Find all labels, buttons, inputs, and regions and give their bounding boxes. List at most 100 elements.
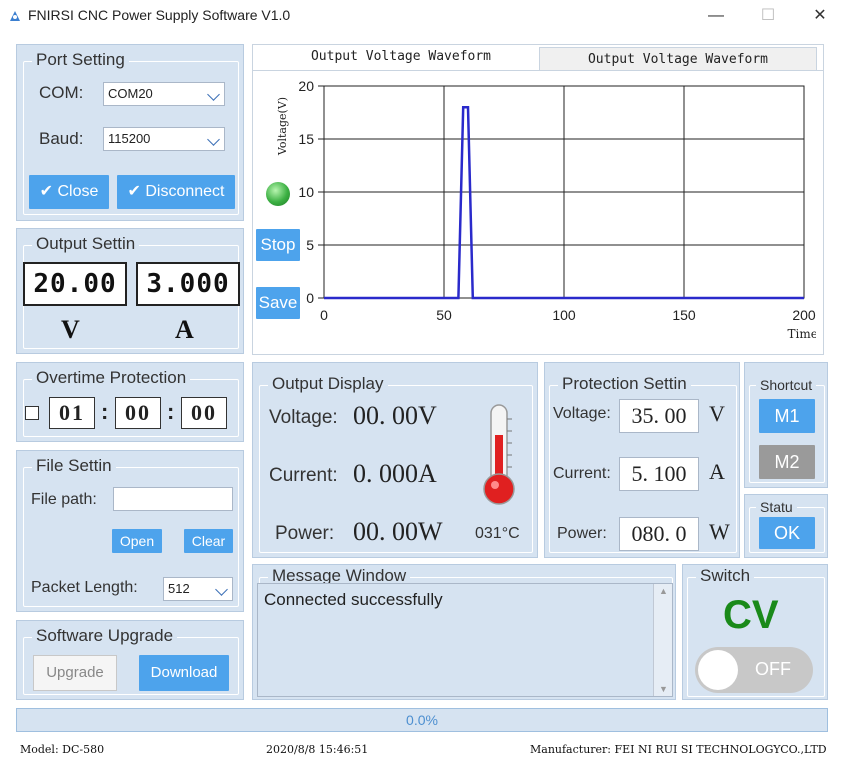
tab-waveform-1[interactable]: Output Voltage Waveform xyxy=(263,45,539,71)
file-path-input[interactable] xyxy=(113,487,233,511)
message-scrollbar[interactable]: ▲ ▼ xyxy=(653,584,672,696)
voltage-waveform-chart: 0 50 100 150 200 0 5 10 15 20 Voltage(V) Times xyxy=(276,78,816,341)
progress-text: 0.0% xyxy=(406,712,438,728)
power-display-label: Power: xyxy=(275,523,335,544)
check-icon: ✔ xyxy=(127,183,141,200)
disconnect-button[interactable]: ✔ Disconnect xyxy=(117,175,235,209)
file-setting-panel: File Settin File path: Open Clear Packet… xyxy=(16,450,244,612)
baud-value: 115200 xyxy=(108,131,151,146)
baud-select[interactable]: 115200 xyxy=(103,127,225,151)
cv-mode-indicator: CV xyxy=(723,593,779,637)
protection-voltage-label: Voltage: xyxy=(553,405,611,422)
protection-current-unit: A xyxy=(709,459,725,484)
protection-power-input[interactable]: 080. 0 xyxy=(619,517,699,551)
window-title: FNIRSI CNC Power Supply Software V1.0 xyxy=(28,7,291,23)
shortcut-legend: Shortcut xyxy=(756,377,817,393)
disconnect-label: Disconnect xyxy=(145,183,225,200)
x-axis-label: Times xyxy=(788,327,816,341)
x-tick-label: 100 xyxy=(552,307,576,323)
datetime-info: 2020/8/8 15:46:51 xyxy=(266,743,369,756)
current-unit: A xyxy=(175,315,194,344)
voltage-display-value: 00. 00V xyxy=(353,401,437,430)
current-display-label: Current: xyxy=(269,465,338,486)
file-path-label: File path: xyxy=(31,491,97,508)
maximize-button[interactable]: ☐ xyxy=(748,2,788,30)
protection-panel: Protection Settin Voltage: 35. 00 V Curr… xyxy=(544,362,740,558)
toggle-knob[interactable] xyxy=(698,650,738,690)
message-textarea[interactable]: Connected successfully ▲ ▼ xyxy=(257,583,673,697)
chevron-down-icon xyxy=(207,133,220,146)
minimize-button[interactable]: — xyxy=(696,2,736,30)
app-icon xyxy=(10,11,20,21)
voltage-unit: V xyxy=(61,315,80,344)
y-tick-label: 5 xyxy=(306,237,314,253)
close-port-button[interactable]: ✔ Close xyxy=(29,175,109,209)
toggle-state-label: OFF xyxy=(755,659,791,679)
software-upgrade-panel: Software Upgrade Upgrade Download xyxy=(16,620,244,700)
com-select[interactable]: COM20 xyxy=(103,82,225,106)
chevron-down-icon xyxy=(207,88,220,101)
protection-voltage-input[interactable]: 35. 00 xyxy=(619,399,699,433)
upgrade-button[interactable]: Upgrade xyxy=(33,655,117,691)
thermometer-icon xyxy=(483,404,515,505)
overtime-legend: Overtime Protection xyxy=(32,368,191,388)
title-bar: FNIRSI CNC Power Supply Software V1.0 — … xyxy=(0,0,848,32)
time-separator: : xyxy=(101,399,109,424)
m2-button[interactable]: M2 xyxy=(759,445,815,479)
output-setting-panel: Output Settin 20.00 3.000 V A xyxy=(16,228,244,354)
open-button[interactable]: Open xyxy=(112,529,162,553)
chevron-down-icon xyxy=(215,583,228,596)
x-tick-label: 150 xyxy=(672,307,696,323)
download-button[interactable]: Download xyxy=(139,655,229,691)
y-tick-label: 15 xyxy=(298,131,314,147)
protection-current-label: Current: xyxy=(553,465,611,482)
switch-panel: Switch CV OFF xyxy=(682,564,828,700)
output-toggle-switch[interactable]: OFF xyxy=(695,647,813,693)
output-display-panel: Output Display Voltage: 00. 00V Current:… xyxy=(252,362,538,558)
com-value: COM20 xyxy=(108,86,153,101)
current-set-display[interactable]: 3.000 xyxy=(136,262,240,306)
time-separator: : xyxy=(167,399,175,424)
port-setting-panel: Port Setting COM: COM20 Baud: 115200 ✔ C… xyxy=(16,44,244,221)
packet-length-label: Packet Length: xyxy=(31,579,138,596)
power-display-value: 00. 00W xyxy=(353,517,443,546)
protection-power-unit: W xyxy=(709,519,730,544)
protection-legend: Protection Settin xyxy=(558,374,691,394)
y-tick-label: 20 xyxy=(298,78,314,94)
tab-waveform-2[interactable]: Output Voltage Waveform xyxy=(539,47,817,71)
progress-bar: 0.0% xyxy=(16,708,828,732)
output-display-legend: Output Display xyxy=(268,374,388,394)
packet-length-value: 512 xyxy=(168,581,190,596)
packet-length-select[interactable]: 512 xyxy=(163,577,233,601)
x-tick-label: 0 xyxy=(320,307,328,323)
y-tick-label: 0 xyxy=(306,290,314,306)
baud-label: Baud: xyxy=(39,129,84,148)
protection-current-input[interactable]: 5. 100 xyxy=(619,457,699,491)
overtime-panel: Overtime Protection 01 : 00 : 00 xyxy=(16,362,244,442)
overtime-minutes[interactable]: 00 xyxy=(115,397,161,429)
voltage-set-display[interactable]: 20.00 xyxy=(23,262,127,306)
x-tick-label: 200 xyxy=(792,307,816,323)
m1-button[interactable]: M1 xyxy=(759,399,815,433)
manufacturer-info: Manufacturer: FEI NI RUI SI TECHNOLOGYCO… xyxy=(530,743,827,756)
check-icon: ✔ xyxy=(39,183,54,200)
scroll-down-icon[interactable]: ▼ xyxy=(659,684,668,694)
overtime-checkbox[interactable] xyxy=(25,406,39,420)
clear-button[interactable]: Clear xyxy=(184,529,233,553)
close-window-button[interactable]: ✕ xyxy=(800,2,840,30)
protection-voltage-unit: V xyxy=(709,401,725,426)
overtime-seconds[interactable]: 00 xyxy=(181,397,227,429)
ok-button[interactable]: OK xyxy=(759,517,815,549)
scroll-up-icon[interactable]: ▲ xyxy=(659,586,668,596)
tab-divider xyxy=(253,70,823,71)
output-setting-legend: Output Settin xyxy=(32,234,140,254)
y-tick-label: 10 xyxy=(298,184,314,200)
overtime-hours[interactable]: 01 xyxy=(49,397,95,429)
switch-legend: Switch xyxy=(696,566,755,586)
protection-power-label: Power: xyxy=(557,525,607,542)
message-text: Connected successfully xyxy=(264,590,443,609)
com-label: COM: xyxy=(39,83,84,102)
x-tick-label: 50 xyxy=(436,307,452,323)
message-window-panel: Message Window Connected successfully ▲ … xyxy=(252,564,676,700)
shortcut-panel: Shortcut M1 M2 xyxy=(744,362,828,488)
